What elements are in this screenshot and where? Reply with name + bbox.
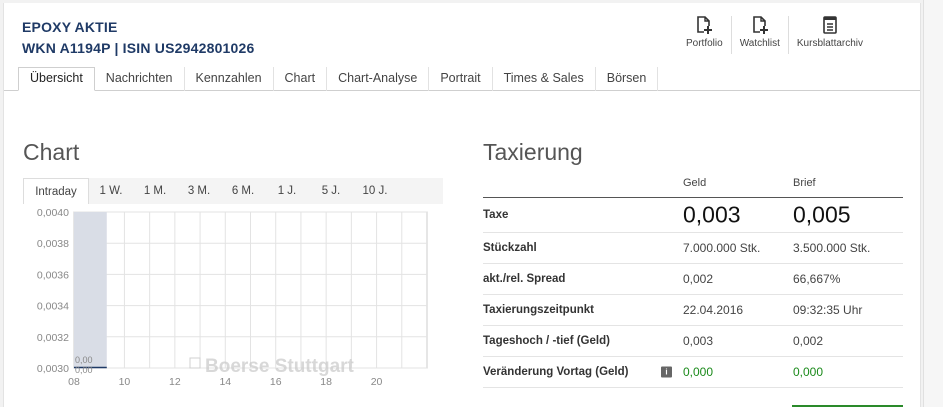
info-icon[interactable]: i — [661, 366, 672, 378]
row-label: Veränderung Vortag (Geld) — [483, 366, 629, 378]
add-document-icon — [752, 16, 768, 34]
range-1w[interactable]: 1 W. — [89, 178, 133, 204]
taxe-brief-value: 0,005 — [793, 201, 851, 228]
portfolio-button[interactable]: Portfolio — [678, 16, 731, 54]
kursblattarchiv-label: Kursblattarchiv — [796, 38, 864, 49]
x-tick-label: 08 — [68, 376, 80, 388]
range-10y[interactable]: 10 J. — [353, 178, 397, 204]
range-1m[interactable]: 1 M. — [133, 178, 177, 204]
spread-abs-value: 0,002 — [683, 272, 714, 286]
row-label: akt./rel. Spread — [483, 273, 566, 285]
range-1y[interactable]: 1 J. — [265, 178, 309, 204]
taxierung-header-row: Geld Brief — [483, 170, 903, 198]
row-label: Taxe — [483, 209, 509, 221]
spread-rel-value: 66,667% — [793, 272, 841, 286]
data-label: 0,00 — [75, 355, 93, 365]
watchlist-label: Watchlist — [739, 38, 780, 49]
stueckzahl-geld-value: 7.000.000 Stk. — [683, 241, 761, 255]
add-document-icon — [697, 16, 713, 34]
x-tick-label: 14 — [219, 376, 231, 388]
intraday-chart: 0,00 0,00 0,0040 0,0038 0,0036 0,0034 0,0032 0,… — [23, 204, 433, 407]
tab-boersen[interactable]: Börsen — [596, 67, 659, 91]
y-tick-label: 0,0040 — [37, 207, 69, 219]
x-tick-label: 16 — [270, 376, 282, 388]
chart-svg: 0,000,00 0,0040 0,0038 0,0036 0,0034 0,0032 0,… — [37, 207, 428, 388]
x-tick-label: 18 — [320, 376, 332, 388]
main-tabs: Übersicht Nachrichten Kennzahlen Chart C… — [18, 67, 659, 91]
range-3m[interactable]: 3 M. — [177, 178, 221, 204]
row-label: Tageshoch / -tief (Geld) — [483, 335, 610, 347]
table-row: Taxe 0,003 0,005 — [483, 198, 903, 233]
watermark-text: Boerse Stuttgart — [205, 356, 355, 377]
portfolio-label: Portfolio — [686, 38, 723, 49]
tab-nachrichten[interactable]: Nachrichten — [95, 67, 185, 91]
table-row: akt./rel. Spread 0,002 66,667% — [483, 264, 903, 295]
tab-chart-analyse[interactable]: Chart-Analyse — [327, 67, 430, 91]
watchlist-button[interactable]: Watchlist — [730, 16, 788, 54]
x-tick-label: 10 — [119, 376, 131, 388]
vertical-scrollbar[interactable] — [923, 0, 943, 407]
table-row: Tageshoch / -tief (Geld) 0,003 0,002 — [483, 326, 903, 357]
row-label: Stückzahl — [483, 242, 537, 254]
taxierung-heading: Taxierung — [483, 139, 583, 165]
archive-icon — [823, 16, 837, 34]
tagestief-value: 0,002 — [793, 334, 824, 348]
data-label: 0,00 — [75, 365, 93, 375]
tageshoch-value: 0,003 — [683, 334, 714, 348]
tab-times-sales[interactable]: Times & Sales — [493, 67, 596, 91]
table-row: Taxierungszeitpunkt 22.04.2016 09:32:35 … — [483, 295, 903, 326]
tab-portrait[interactable]: Portrait — [429, 67, 493, 91]
range-intraday[interactable]: Intraday — [23, 178, 89, 204]
stueckzahl-brief-value: 3.500.000 Stk. — [793, 241, 871, 255]
kursblattarchiv-button[interactable]: Kursblattarchiv — [787, 16, 871, 54]
stock-identifiers: WKN A1194P | ISIN US2942801026 — [22, 40, 255, 56]
range-5y[interactable]: 5 J. — [309, 178, 353, 204]
y-tick-label: 0,0030 — [37, 363, 69, 375]
table-row: Stückzahl 7.000.000 Stk. 3.500.000 Stk. — [483, 233, 903, 264]
y-tick-label: 0,0034 — [37, 301, 69, 313]
stock-title: EPOXY AKTIE — [22, 19, 118, 35]
taxe-geld-value: 0,003 — [683, 201, 741, 228]
row-label: Taxierungszeitpunkt — [483, 304, 594, 316]
tab-chart[interactable]: Chart — [274, 67, 328, 91]
tab-uebersicht[interactable]: Übersicht — [18, 67, 95, 91]
tab-kennzahlen[interactable]: Kennzahlen — [185, 67, 274, 91]
chart-heading: Chart — [23, 139, 80, 165]
y-tick-label: 0,0038 — [37, 238, 69, 250]
y-tick-label: 0,0036 — [37, 269, 69, 281]
taxierung-time-value: 09:32:35 Uhr — [793, 303, 863, 317]
taxierung-date-value: 22.04.2016 — [683, 303, 744, 317]
chart-range-tabs: Intraday 1 W. 1 M. 3 M. 6 M. 1 J. 5 J. 1… — [23, 178, 443, 204]
x-tick-label: 12 — [169, 376, 181, 388]
col-brief-header: Brief — [793, 177, 816, 189]
col-geld-header: Geld — [683, 177, 707, 189]
series-area — [74, 212, 107, 368]
veraenderung-abs-value: 0,000 — [683, 365, 714, 379]
table-row: Veränderung Vortag (Geld) i 0,000 0,000 — [483, 357, 903, 388]
header-actions: Portfolio Watchlist Kursblattarchiv — [678, 16, 871, 54]
taxierung-table: Geld Brief Taxe 0,003 0,005 Stückzahl 7.… — [483, 170, 903, 388]
y-tick-label: 0,0032 — [37, 332, 69, 344]
x-tick-label: 20 — [371, 376, 383, 388]
veraenderung-rel-value: 0,000 — [793, 365, 824, 379]
range-6m[interactable]: 6 M. — [221, 178, 265, 204]
